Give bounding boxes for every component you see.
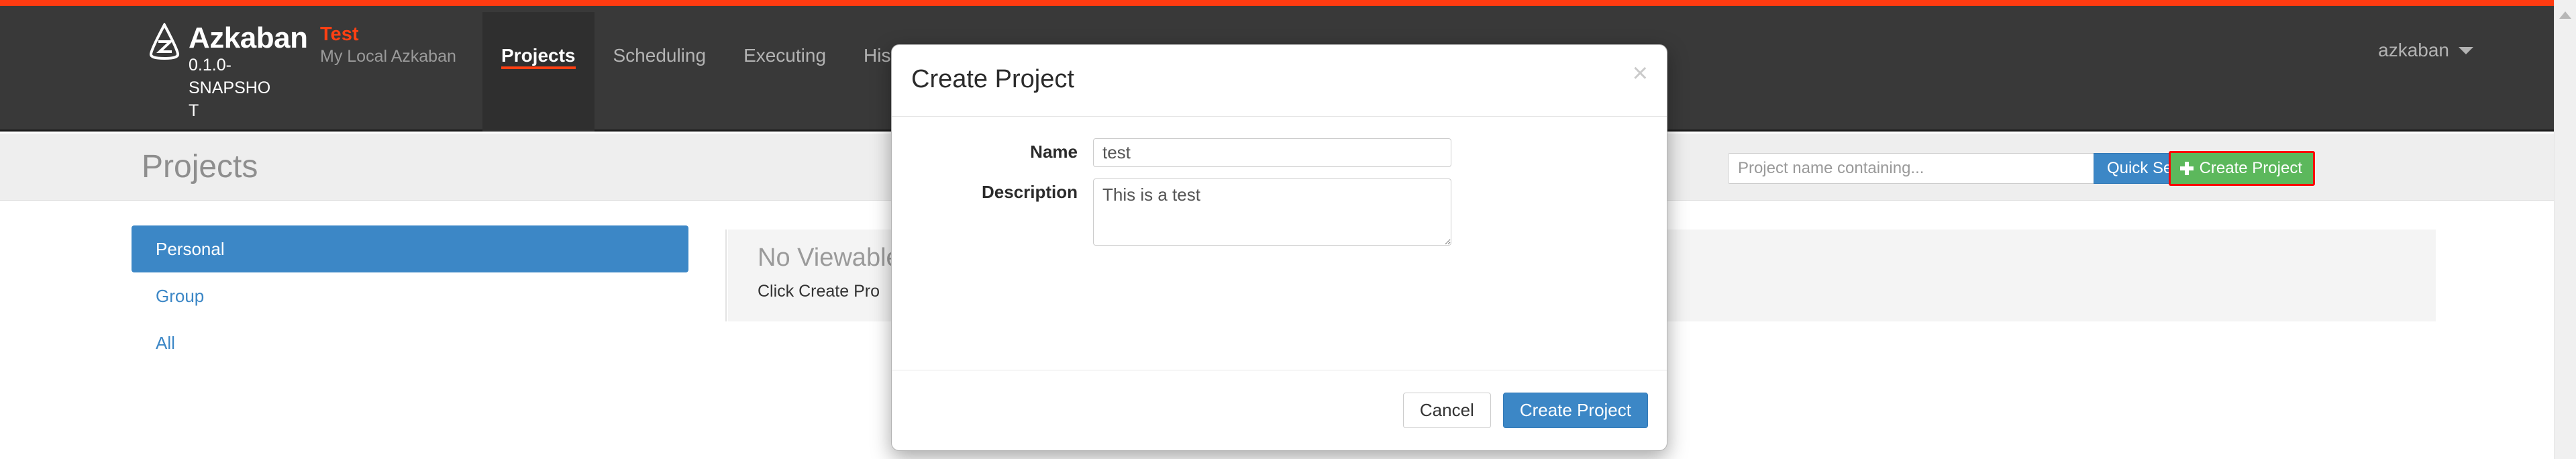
modal-title: Create Project bbox=[911, 65, 1074, 93]
brand-name: Azkaban bbox=[189, 21, 308, 54]
sidebar-item-group[interactable]: Group bbox=[132, 272, 688, 319]
nav-item-label: Scheduling bbox=[613, 45, 707, 66]
brand-subtitle: My Local Azkaban bbox=[320, 47, 456, 66]
top-accent-stripe bbox=[0, 0, 2554, 6]
sidebar-item-label: All bbox=[156, 333, 175, 353]
nav-active-underline bbox=[501, 66, 576, 69]
column-divider bbox=[725, 230, 727, 321]
nav-item-scheduling[interactable]: Scheduling bbox=[595, 12, 725, 132]
create-project-button-label: Create Project bbox=[2199, 159, 2302, 177]
description-field-label: Description bbox=[981, 182, 1078, 202]
sidebar-item-personal[interactable]: Personal bbox=[132, 225, 688, 272]
brand[interactable]: Azkaban 0.1.0-SNAPSHOT Test My Local Azk… bbox=[147, 21, 469, 122]
create-project-modal: Create Project × Name Description Cancel… bbox=[891, 44, 1667, 451]
modal-footer: Cancel Create Project bbox=[892, 370, 1667, 450]
azkaban-logo-icon bbox=[147, 21, 182, 60]
cancel-button[interactable]: Cancel bbox=[1402, 393, 1491, 428]
modal-body: Name Description bbox=[892, 117, 1667, 370]
search-input[interactable] bbox=[1727, 153, 2094, 184]
sidebar-item-label: Personal bbox=[156, 239, 225, 259]
project-name-input[interactable] bbox=[1093, 138, 1451, 167]
project-description-input[interactable] bbox=[1093, 178, 1451, 246]
page-title: Projects bbox=[142, 149, 258, 185]
nav-item-label: Projects bbox=[501, 45, 576, 66]
modal-create-project-button[interactable]: Create Project bbox=[1502, 393, 1648, 428]
modal-header: Create Project × bbox=[892, 45, 1667, 117]
caret-up-icon[interactable] bbox=[2559, 11, 2571, 19]
create-project-button[interactable]: Create Project bbox=[2168, 151, 2315, 186]
nav-links: Projects Scheduling Executing History bbox=[482, 12, 941, 132]
sidebar-item-label: Group bbox=[156, 286, 205, 306]
form-row-name: Name bbox=[892, 138, 1451, 167]
nav-item-projects[interactable]: Projects bbox=[482, 12, 595, 132]
page-scrollbar[interactable] bbox=[2554, 0, 2576, 459]
project-filter-sidebar: Personal Group All bbox=[132, 225, 688, 366]
nav-item-executing[interactable]: Executing bbox=[725, 12, 845, 132]
nav-item-label: Executing bbox=[743, 45, 827, 66]
close-icon[interactable]: × bbox=[1633, 60, 1648, 87]
plus-icon bbox=[2179, 162, 2194, 175]
empty-state-title: No Viewable bbox=[758, 244, 900, 272]
page-root: Azkaban 0.1.0-SNAPSHOT Test My Local Azk… bbox=[0, 0, 2554, 459]
user-menu[interactable]: azkaban bbox=[2378, 40, 2473, 61]
project-search-group: Quick Search bbox=[1727, 153, 2217, 184]
sidebar-item-all[interactable]: All bbox=[132, 319, 688, 366]
empty-state-subtitle: Click Create Pro bbox=[758, 282, 880, 301]
name-field-label: Name bbox=[1030, 142, 1078, 162]
chevron-down-icon bbox=[2459, 46, 2473, 54]
user-menu-label: azkaban bbox=[2378, 40, 2449, 60]
form-row-description: Description bbox=[892, 178, 1451, 246]
brand-version: 0.1.0-SNAPSHOT bbox=[189, 56, 271, 120]
brand-tag: Test bbox=[320, 23, 359, 45]
